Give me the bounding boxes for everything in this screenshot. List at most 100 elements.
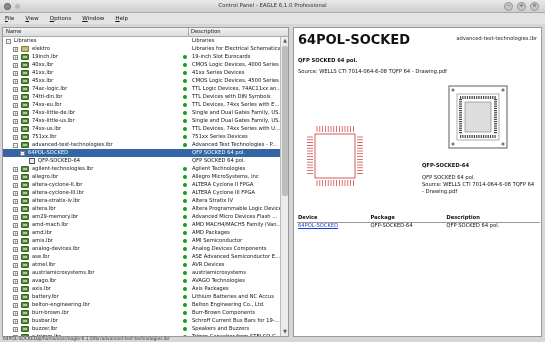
expand-icon[interactable]: + <box>13 311 18 316</box>
expand-icon[interactable]: + <box>13 79 18 84</box>
in-use-icon[interactable] <box>183 103 187 107</box>
expand-icon[interactable]: + <box>13 295 18 300</box>
tree-row[interactable]: +74xx-little-us.lbr Single and Dual Gates… <box>3 117 281 125</box>
in-use-icon[interactable] <box>183 119 187 123</box>
expand-icon[interactable]: + <box>13 319 18 324</box>
expand-icon[interactable]: + <box>13 199 18 204</box>
maximize-button[interactable]: + <box>517 2 526 11</box>
scrollbar-thumb[interactable] <box>282 46 288 196</box>
tree-row[interactable]: + analog-devices.lbr Analog Devices Compon… <box>3 245 281 253</box>
in-use-icon[interactable] <box>183 215 187 219</box>
tree-row[interactable]: – advanced-test-technologies.lbr Advanced … <box>3 141 281 149</box>
tree-row[interactable]: + elektro Libraries for Electrical Schemat… <box>3 45 281 53</box>
in-use-icon[interactable] <box>183 191 187 195</box>
tree-row[interactable]: + agilent-technologies.lbr Agilent Technol… <box>3 165 281 173</box>
expand-icon[interactable]: + <box>13 127 18 132</box>
expand-icon[interactable]: + <box>13 327 18 332</box>
in-use-icon[interactable] <box>183 143 187 147</box>
in-use-icon[interactable] <box>183 71 187 75</box>
in-use-icon[interactable] <box>183 207 187 211</box>
expand-icon[interactable]: + <box>13 95 18 100</box>
tree-row[interactable]: + buzzer.lbr Speakers and Buzzers <box>3 325 281 333</box>
menu-file[interactable]: File <box>5 16 14 22</box>
close-button[interactable]: × <box>530 2 539 11</box>
tree-row[interactable]: + burr-brown.lbr Burr-Brown Components <box>3 309 281 317</box>
in-use-icon[interactable] <box>183 303 187 307</box>
in-use-icon[interactable] <box>183 327 187 331</box>
in-use-icon[interactable] <box>183 279 187 283</box>
minimize-button[interactable]: – <box>504 2 513 11</box>
in-use-icon[interactable] <box>183 111 187 115</box>
tree-row[interactable]: +19inch.lbr 19-inch Slot Eurocards <box>3 53 281 61</box>
expand-icon[interactable]: + <box>13 111 18 116</box>
expand-icon[interactable]: + <box>13 231 18 236</box>
in-use-icon[interactable] <box>183 175 187 179</box>
tree-row[interactable]: + avago.lbr AVAGO Technologies <box>3 277 281 285</box>
tree-scrollbar[interactable]: ▲ ▼ <box>280 37 288 336</box>
expand-icon[interactable]: + <box>13 175 18 180</box>
in-use-icon[interactable] <box>183 95 187 99</box>
expand-icon[interactable]: + <box>13 223 18 228</box>
tree-row[interactable]: +74ac-logic.lbr TTL Logic Devices, 74AC11… <box>3 85 281 93</box>
in-use-icon[interactable] <box>183 319 187 323</box>
expand-icon[interactable]: + <box>13 247 18 252</box>
scroll-down-icon[interactable]: ▼ <box>281 328 288 336</box>
tree-row[interactable]: +41xx.lbr 41xx Series Devices <box>3 69 281 77</box>
in-use-icon[interactable] <box>183 63 187 67</box>
tree-row[interactable]: + atmel.lbr AVR Devices <box>3 261 281 269</box>
in-use-icon[interactable] <box>183 287 187 291</box>
expand-icon[interactable]: + <box>13 279 18 284</box>
in-use-icon[interactable] <box>183 199 187 203</box>
in-use-icon[interactable] <box>183 231 187 235</box>
in-use-icon[interactable] <box>183 239 187 243</box>
tree-row[interactable]: + altera-cyclone-II.lbr ALTERA Cyclone II … <box>3 181 281 189</box>
expand-icon[interactable]: + <box>13 135 18 140</box>
scroll-up-icon[interactable]: ▲ <box>281 37 288 45</box>
tree-row[interactable]: + am29-memory.lbr Advanced Micro Devices F… <box>3 213 281 221</box>
tree-row[interactable]: + austriamicrosystems.lbr austriamicrosyst… <box>3 269 281 277</box>
in-use-icon[interactable] <box>183 255 187 259</box>
expand-icon[interactable]: + <box>13 263 18 268</box>
tree-row[interactable]: – Libraries Libraries <box>3 37 281 45</box>
in-use-icon[interactable] <box>183 295 187 299</box>
collapse-icon[interactable]: – <box>20 151 25 156</box>
tree-row[interactable]: –64POL-SOCKED QFP SOCKED 64 pol. <box>3 149 281 157</box>
expand-icon[interactable]: + <box>13 239 18 244</box>
menu-view[interactable]: View <box>25 16 38 22</box>
column-header-description[interactable]: Description <box>189 28 288 36</box>
collapse-icon[interactable]: – <box>6 39 11 44</box>
in-use-icon[interactable] <box>183 247 187 251</box>
in-use-icon[interactable] <box>183 311 187 315</box>
tree-row[interactable]: + amd-mach.lbr AMD MACH4/MACH5 Family (Van… <box>3 221 281 229</box>
expand-icon[interactable]: + <box>13 63 18 68</box>
tree-row[interactable]: +40xx.lbr CMOS Logic Devices, 4000 Series <box>3 61 281 69</box>
tree-row[interactable]: +751xx.lbr 751xx Series Devices <box>3 133 281 141</box>
tree-row[interactable]: +74xx-eu.lbr TTL Devices, 74xx Series wit… <box>3 101 281 109</box>
tree-row[interactable]: + ase.lbr ASE Advanced Semiconductor E... <box>3 253 281 261</box>
in-use-icon[interactable] <box>183 135 187 139</box>
tree-row[interactable]: +74ttl-din.lbr TTL Devices with DIN Symbo… <box>3 93 281 101</box>
tree-row[interactable]: + altera-stratix-iv.lbr Altera Stratix IV <box>3 197 281 205</box>
expand-icon[interactable]: + <box>13 55 18 60</box>
in-use-icon[interactable] <box>183 79 187 83</box>
expand-icon[interactable]: + <box>13 103 18 108</box>
tree-row[interactable]: + busbar.lbr Schroff Current Bus Bars for … <box>3 317 281 325</box>
in-use-icon[interactable] <box>183 55 187 59</box>
in-use-icon[interactable] <box>183 167 187 171</box>
expand-icon[interactable]: + <box>13 287 18 292</box>
tree-row[interactable]: + belton-engineering.lbr Belton Engineerin… <box>3 301 281 309</box>
in-use-icon[interactable] <box>183 127 187 131</box>
expand-icon[interactable]: + <box>13 183 18 188</box>
in-use-icon[interactable] <box>183 263 187 267</box>
expand-icon[interactable]: + <box>13 87 18 92</box>
in-use-icon[interactable] <box>183 271 187 275</box>
tree-row[interactable]: + altera.lbr Altera Programmable Logic Dev… <box>3 205 281 213</box>
expand-icon[interactable]: + <box>13 191 18 196</box>
tree-row[interactable]: +74xx-us.lbr TTL Devices, 74xx Series wit… <box>3 125 281 133</box>
tree-row[interactable]: + axis.lbr Axis Packages <box>3 285 281 293</box>
expand-icon[interactable]: + <box>13 119 18 124</box>
expand-icon[interactable]: + <box>13 271 18 276</box>
device-link[interactable]: 64POL-SOCKED <box>298 223 338 229</box>
tree-row[interactable]: + amis.lbr AMI Semiconductor <box>3 237 281 245</box>
expand-icon[interactable]: + <box>13 207 18 212</box>
